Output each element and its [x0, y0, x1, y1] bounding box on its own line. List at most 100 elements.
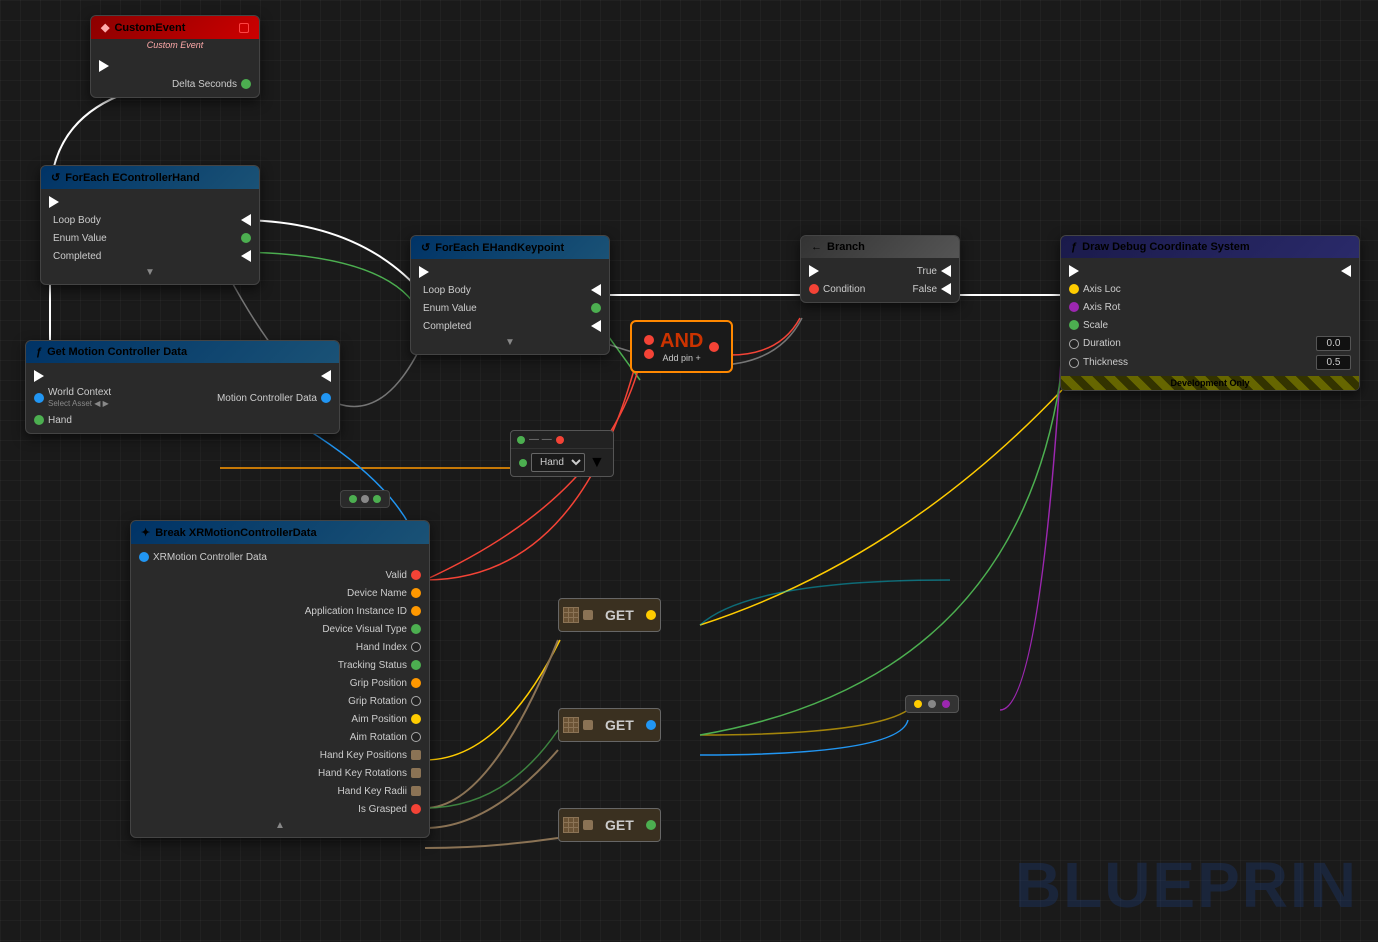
dd-scale-pin [1069, 320, 1079, 330]
feh-expand: ▼ [411, 335, 609, 350]
xr-data-pin [139, 552, 149, 562]
get3-label: GET [597, 813, 642, 837]
sc1-mid [361, 495, 369, 503]
custom-event-header: ◆ CustomEvent [91, 16, 259, 39]
dropdown-in-pin [519, 459, 527, 467]
grip-rot-pin [411, 696, 421, 706]
branch-title: Branch [827, 241, 865, 253]
branch-condition-pin [809, 284, 819, 294]
refresh2-icon: ↺ [421, 241, 430, 254]
loop-body-pin [241, 214, 251, 226]
draw-debug-node: ƒ Draw Debug Coordinate System Axis Loc … [1060, 235, 1360, 391]
xr-data-row: XRMotion Controller Data [131, 548, 429, 566]
foreach-handkey-header: ↺ ForEach EHandKeypoint [411, 236, 609, 259]
is-grasped-row: Is Grasped [131, 800, 429, 818]
dd-thickness-pin [1069, 358, 1079, 368]
exec-out-pin [99, 60, 109, 72]
custom-event-node: ◆ CustomEvent Custom Event Delta Seconds [90, 15, 260, 98]
hand-index-pin [411, 642, 421, 652]
dd-scale-row: Scale [1061, 316, 1359, 334]
break-xr-header: ✦ Break XRMotionControllerData [131, 521, 429, 544]
feh-loop-body-row: Loop Body [411, 281, 609, 299]
dd-exec-row [1061, 262, 1359, 280]
foreach-handkey-title: ForEach EHandKeypoint [435, 242, 564, 254]
dd-axis-rot-row: Axis Rot [1061, 298, 1359, 316]
get1-label: GET [597, 603, 642, 627]
branch-exec-in [809, 265, 819, 277]
duration-input[interactable] [1316, 336, 1351, 351]
get-node-1: GET [558, 598, 661, 632]
device-visual-pin [411, 624, 421, 634]
completed-pin [241, 250, 251, 262]
foreach-handkey-node: ↺ ForEach EHandKeypoint Loop Body Enum V… [410, 235, 610, 355]
hand-key-pos-pin [411, 750, 421, 760]
dd-exec-in [1069, 265, 1079, 277]
get-motion-header: ƒ Get Motion Controller Data [26, 341, 339, 363]
break-xr-node: ✦ Break XRMotionControllerData XRMotion … [130, 520, 430, 838]
and-title: AND [660, 330, 703, 353]
branch-false-pin [941, 283, 951, 295]
exec-out-pin-row [91, 57, 259, 75]
delta-seconds-pin [241, 79, 251, 89]
get-motion-exec-row [26, 367, 339, 385]
draw-debug-title: Draw Debug Coordinate System [1082, 241, 1249, 253]
exec-in-pin [49, 196, 59, 208]
get3-in-pin [583, 820, 593, 830]
hand-key-radii-row: Hand Key Radii [131, 782, 429, 800]
break-expand: ▲ [131, 818, 429, 833]
sc1-left [349, 495, 357, 503]
branch-header: ← Branch [801, 236, 959, 258]
get-grid-icon-1 [563, 607, 579, 623]
delta-seconds-row: Delta Seconds [91, 75, 259, 93]
aim-pos-pin [411, 714, 421, 724]
motion-data-pin [321, 393, 331, 403]
is-grasped-pin [411, 804, 421, 814]
feh-exec-in [419, 266, 429, 278]
get2-in-pin [583, 720, 593, 730]
get3-out-pin [646, 820, 656, 830]
branch-true-pin [941, 265, 951, 277]
feh-exec-row [411, 263, 609, 281]
device-name-pin [411, 588, 421, 598]
loop-body-row: Loop Body [41, 211, 259, 229]
branch-exec-row: True [801, 262, 959, 280]
feh-loop-body-pin [591, 284, 601, 296]
arc-mid-pin [928, 700, 936, 708]
foreach-controller-header: ↺ ForEach EControllerHand [41, 166, 259, 189]
and-subtitle: Add pin + [660, 353, 703, 363]
get-motion-title: Get Motion Controller Data [47, 346, 187, 358]
draw-debug-header: ƒ Draw Debug Coordinate System [1061, 236, 1359, 258]
get1-in-pin [583, 610, 593, 620]
thickness-input[interactable] [1316, 355, 1351, 370]
dropdown-left-pin [517, 436, 525, 444]
feh-completed-row: Completed [411, 317, 609, 335]
arc-right-pin [942, 700, 950, 708]
function2-icon: ƒ [1071, 241, 1077, 253]
foreach-controller-title: ForEach EControllerHand [65, 172, 199, 184]
blueprint-watermark: BLUEPRIN [1015, 848, 1358, 922]
grip-pos-row: Grip Position [131, 674, 429, 692]
hand-pin [34, 415, 44, 425]
valid-pin [411, 570, 421, 580]
get-node-2: GET [558, 708, 661, 742]
and-node: AND Add pin + [630, 320, 733, 373]
aim-pos-row: Aim Position [131, 710, 429, 728]
expand-arrow: ▼ [41, 265, 259, 280]
dd-duration-row: Duration [1061, 334, 1359, 353]
hand-row: Hand [26, 411, 339, 429]
hand-key-rot-pin [411, 768, 421, 778]
dd-axis-loc-pin [1069, 284, 1079, 294]
device-name-row: Device Name [131, 584, 429, 602]
hand-select[interactable]: Hand [531, 453, 585, 472]
axis-rot-connector [905, 695, 959, 713]
small-connector-1 [340, 490, 390, 508]
valid-row: Valid [131, 566, 429, 584]
and-in2-pin [644, 349, 654, 359]
break-xr-title: Break XRMotionControllerData [155, 527, 316, 539]
get-motion-node: ƒ Get Motion Controller Data World Conte… [25, 340, 340, 434]
get-node-3: GET [558, 808, 661, 842]
tracking-status-row: Tracking Status [131, 656, 429, 674]
get2-label: GET [597, 713, 642, 737]
hand-key-radii-pin [411, 786, 421, 796]
branch-node: ← Branch True Condition False [800, 235, 960, 303]
